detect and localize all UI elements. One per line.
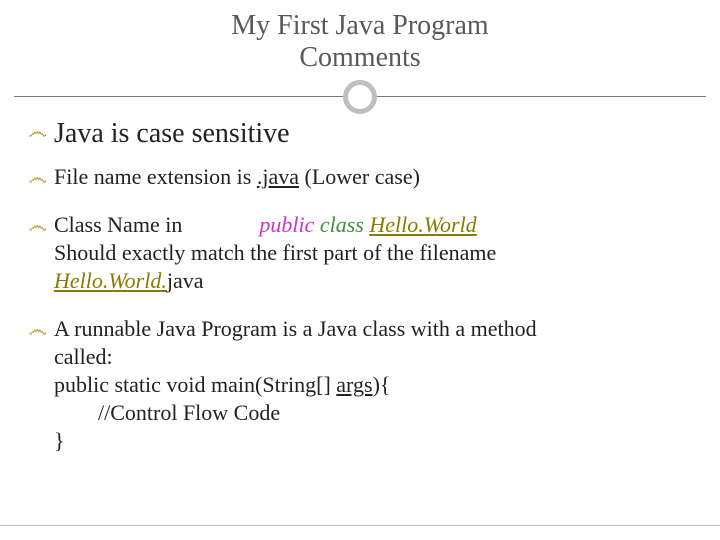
text: A runnable Java Program is a Java class …: [54, 316, 537, 341]
bullet-runnable-line4: //Control Flow Code: [28, 400, 692, 426]
bullet-icon: ෴: [28, 320, 47, 340]
bullet-file-extension: ෴ File name extension is .java (Lower ca…: [28, 164, 692, 190]
keyword-public: public: [259, 212, 314, 237]
code-pre: public static void main(String[]: [54, 372, 336, 397]
bullet-class-name-line3: Hello.World.java: [28, 268, 692, 294]
slide-title: My First Java Program Comments: [0, 0, 720, 74]
keyword-class: class: [320, 212, 364, 237]
bullet-runnable-line2: called:: [28, 344, 692, 370]
bullet-case-sensitive: ෴ Java is case sensitive: [28, 118, 692, 150]
bullet-runnable-line5: }: [28, 428, 692, 454]
filename-stem: Hello.World.: [54, 268, 167, 293]
class-identifier: Hello.World: [369, 212, 476, 237]
text-pre: File name extension is: [54, 164, 257, 189]
bullet-icon: ෴: [28, 122, 47, 142]
divider-circle-icon: [343, 80, 377, 114]
filename-ext: java: [167, 268, 204, 293]
text-post: (Lower case): [299, 164, 420, 189]
bullet-runnable: ෴ A runnable Java Program is a Java clas…: [28, 316, 692, 342]
title-line-2: Comments: [299, 42, 420, 73]
code-args: args: [336, 372, 372, 397]
text-ext: .java: [257, 164, 299, 189]
bullet-class-name-line2: Should exactly match the first part of t…: [28, 240, 692, 266]
title-divider: [0, 78, 720, 118]
bottom-divider: [0, 525, 720, 526]
bullet-text: Java is case sensitive: [54, 118, 290, 149]
content-area: ෴ Java is case sensitive ෴ File name ext…: [0, 118, 720, 454]
text-pre: Class Name in: [54, 212, 259, 237]
title-line-1: My First Java Program: [231, 10, 488, 41]
code-post: ){: [373, 372, 391, 397]
bullet-class-name: ෴ Class Name in public class Hello.World: [28, 212, 692, 238]
bullet-runnable-line3: public static void main(String[] args){: [28, 372, 692, 398]
bullet-icon: ෴: [28, 216, 47, 236]
slide: My First Java Program Comments ෴ Java is…: [0, 0, 720, 540]
bullet-icon: ෴: [28, 168, 47, 188]
